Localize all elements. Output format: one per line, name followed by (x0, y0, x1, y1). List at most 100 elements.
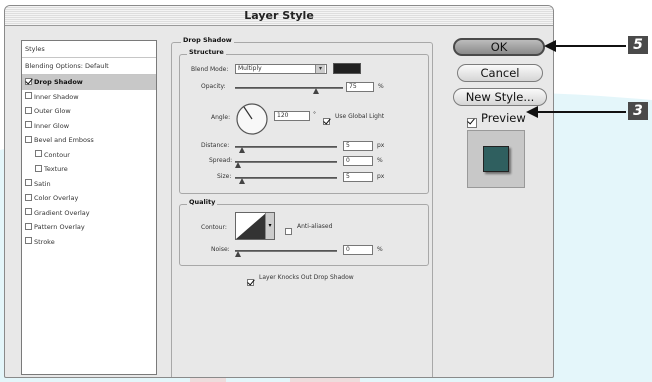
dialog-title: Layer Style (5, 6, 553, 26)
drop-shadow-title: Drop Shadow (181, 36, 234, 44)
contour-label: Contour: (201, 224, 227, 231)
callout-arrow-3-line (536, 111, 626, 113)
spread-slider[interactable] (235, 161, 337, 163)
blend-mode-label: Blend Mode: (191, 66, 229, 73)
quality-title: Quality (187, 198, 218, 206)
global-light-label: Use Global Light (335, 113, 385, 120)
style-item-label: Texture (44, 165, 68, 173)
checkbox-icon[interactable] (25, 193, 32, 201)
checkbox-icon[interactable] (25, 92, 32, 99)
style-item-contour[interactable]: Contour (22, 148, 156, 163)
distance-input[interactable]: 5 (343, 141, 373, 151)
style-item-label: Bevel and Emboss (34, 136, 94, 144)
opacity-slider[interactable] (235, 87, 343, 89)
chevron-down-icon: ▾ (315, 65, 325, 73)
noise-slider-thumb[interactable] (235, 251, 241, 257)
checkbox-icon[interactable] (35, 150, 42, 157)
checkbox-icon (247, 279, 254, 286)
step-5-badge: 5 (628, 36, 648, 54)
callout-arrow-3-head (526, 106, 538, 118)
angle-label: Angle: (211, 114, 231, 121)
size-unit: px (377, 173, 385, 180)
style-item-blending-options-default[interactable]: Blending Options: Default (22, 58, 156, 75)
preview-box (467, 130, 525, 188)
style-item-label: Color Overlay (34, 194, 79, 202)
quality-group (179, 204, 429, 266)
chevron-down-icon: ▾ (265, 213, 274, 239)
noise-label: Noise: (211, 246, 230, 253)
style-item-satin[interactable]: Satin (22, 177, 156, 192)
noise-input[interactable]: 0 (343, 245, 373, 255)
anti-aliased-checkbox[interactable] (285, 222, 294, 241)
checkbox-icon[interactable] (35, 164, 42, 172)
style-item-drop-shadow[interactable]: Drop Shadow (22, 75, 156, 90)
anti-aliased-label: Anti-aliased (297, 223, 333, 230)
spread-unit: % (377, 157, 383, 164)
distance-slider-thumb[interactable] (239, 147, 245, 153)
style-item-label: Outer Glow (34, 107, 71, 115)
ok-button[interactable]: OK (453, 38, 545, 56)
styles-list: Styles Blending Options: Default Drop Shad… (21, 40, 157, 375)
style-item-stroke[interactable]: Stroke (22, 235, 156, 250)
style-item-bevel-and-emboss[interactable]: Bevel and Emboss (22, 133, 156, 148)
callout-arrow-5-line (554, 45, 626, 47)
angle-dial[interactable] (235, 102, 269, 136)
checkbox-icon (285, 228, 292, 235)
checkbox-icon[interactable] (25, 135, 32, 143)
style-item-label: Blending Options: Default (25, 62, 109, 70)
new-style-button[interactable]: New Style... (453, 88, 547, 106)
checkbox-icon (323, 118, 330, 125)
structure-title: Structure (187, 48, 226, 56)
opacity-label: Opacity: (201, 83, 226, 90)
checkbox-icon[interactable] (25, 222, 32, 230)
global-light-checkbox[interactable] (323, 112, 332, 131)
style-item-label: Pattern Overlay (34, 223, 85, 231)
layer-style-dialog: Layer Style Styles Blending Options: Defa… (4, 5, 554, 378)
style-item-color-overlay[interactable]: Color Overlay (22, 191, 156, 206)
style-item-gradient-overlay[interactable]: Gradient Overlay (22, 206, 156, 221)
preview-swatch (483, 146, 509, 172)
size-slider[interactable] (235, 177, 337, 179)
contour-picker[interactable]: ▾ (235, 212, 275, 240)
checkbox-icon[interactable] (25, 179, 32, 186)
checkbox-icon[interactable] (25, 77, 32, 85)
style-item-label: Drop Shadow (34, 78, 83, 86)
checkbox-icon[interactable] (25, 121, 32, 128)
noise-slider[interactable] (235, 250, 337, 252)
style-item-label: Inner Glow (34, 121, 70, 130)
opacity-slider-thumb[interactable] (313, 88, 319, 94)
style-item-label: Styles (25, 45, 45, 53)
angle-unit: ° (313, 111, 316, 118)
spread-label: Spread: (209, 157, 233, 164)
spread-input[interactable]: 0 (343, 156, 373, 166)
style-item-outer-glow[interactable]: Outer Glow (22, 104, 156, 119)
size-label: Size: (217, 173, 232, 180)
style-item-texture[interactable]: Texture (22, 162, 156, 177)
blend-mode-select[interactable]: Multiply ▾ (235, 64, 327, 74)
style-item-label: Satin (34, 179, 51, 188)
checkbox-icon[interactable] (25, 237, 32, 244)
spread-slider-thumb[interactable] (235, 162, 241, 168)
step-3-badge: 3 (628, 102, 648, 120)
cancel-button[interactable]: Cancel (457, 64, 543, 82)
distance-slider[interactable] (235, 146, 337, 148)
style-item-inner-glow[interactable]: Inner Glow (22, 119, 156, 134)
style-item-label: Gradient Overlay (34, 208, 90, 217)
style-item-styles[interactable]: Styles (22, 41, 156, 58)
noise-unit: % (377, 246, 383, 253)
style-item-pattern-overlay[interactable]: Pattern Overlay (22, 220, 156, 235)
style-item-label: Inner Shadow (34, 92, 79, 101)
opacity-input[interactable]: 75 (346, 82, 374, 92)
opacity-unit: % (378, 83, 384, 90)
size-slider-thumb[interactable] (239, 178, 245, 184)
shadow-color-swatch[interactable] (333, 63, 361, 74)
size-input[interactable]: 5 (343, 172, 373, 182)
checkbox-icon[interactable] (25, 208, 32, 215)
blend-mode-value: Multiply (238, 65, 262, 72)
knockout-checkbox[interactable] (247, 273, 256, 292)
angle-input[interactable]: 120 (274, 111, 310, 121)
style-item-inner-shadow[interactable]: Inner Shadow (22, 90, 156, 105)
distance-unit: px (377, 142, 385, 149)
preview-label: Preview (481, 111, 526, 125)
checkbox-icon[interactable] (25, 106, 32, 114)
